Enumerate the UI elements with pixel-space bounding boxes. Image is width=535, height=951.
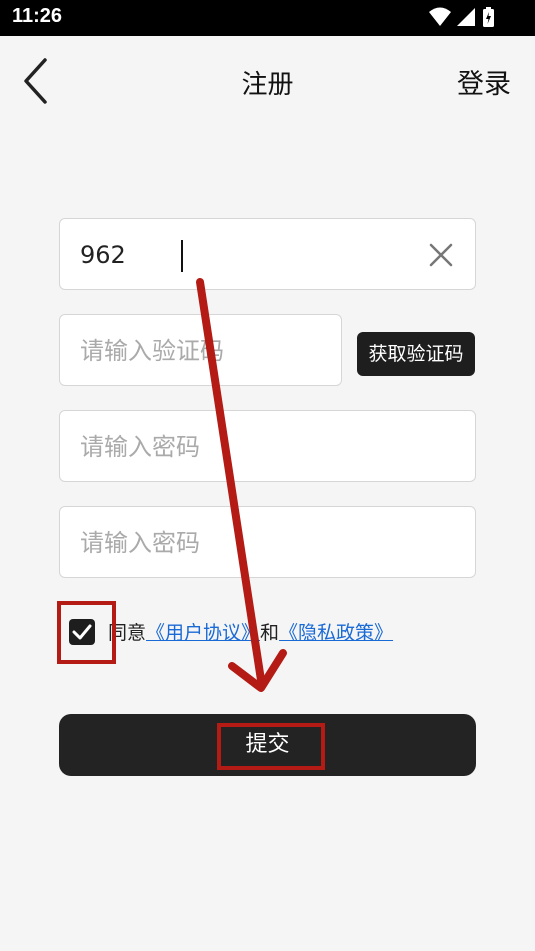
- clear-button[interactable]: [429, 243, 453, 267]
- status-time: 11:26: [12, 5, 63, 27]
- confirm-password-input[interactable]: [78, 507, 423, 579]
- text-cursor: [181, 240, 183, 272]
- page-title: 注册: [241, 70, 294, 100]
- confirm-password-field[interactable]: [59, 506, 476, 579]
- header: 注册 登录: [0, 36, 535, 128]
- status-bar: 11:26: [0, 0, 535, 36]
- password-input[interactable]: [78, 411, 423, 483]
- status-icons: [427, 6, 497, 34]
- phone-input[interactable]: [78, 219, 423, 291]
- verification-code-input[interactable]: [78, 315, 313, 387]
- verification-code-field[interactable]: [59, 314, 342, 387]
- user-agreement-link[interactable]: 《用户协议》: [146, 622, 260, 644]
- login-link[interactable]: 登录: [457, 62, 511, 101]
- signal-icon: [457, 8, 475, 26]
- phone-field[interactable]: [59, 218, 476, 291]
- agreement-text: 同意《用户协议》和《隐私政策》: [108, 618, 393, 645]
- submit-highlight-box: [217, 723, 325, 770]
- get-code-button[interactable]: 获取验证码: [357, 332, 475, 376]
- wifi-icon: [429, 7, 451, 26]
- agreement-conjunction: 和: [260, 622, 280, 644]
- checkbox-highlight-box: [57, 601, 116, 664]
- privacy-policy-link[interactable]: 《隐私政策》: [279, 622, 393, 644]
- battery-charging-icon: [483, 7, 494, 27]
- password-field[interactable]: [59, 410, 476, 483]
- close-icon: [429, 243, 453, 267]
